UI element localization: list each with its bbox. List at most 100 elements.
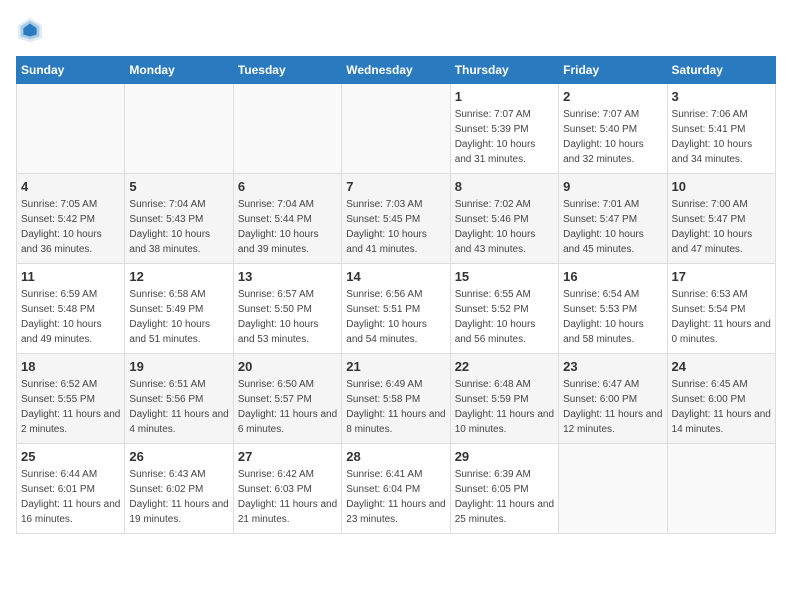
calendar-cell: 6 Sunrise: 7:04 AMSunset: 5:44 PMDaylight… xyxy=(233,174,341,264)
calendar-week-row: 18 Sunrise: 6:52 AMSunset: 5:55 PMDayligh… xyxy=(17,354,776,444)
sun-info: Sunrise: 6:54 AMSunset: 5:53 PMDaylight:… xyxy=(563,287,662,347)
day-number: 26 xyxy=(129,449,228,464)
sun-info: Sunrise: 7:03 AMSunset: 5:45 PMDaylight:… xyxy=(346,197,445,257)
calendar-cell: 13Sunrise: 6:57 AMSunset: 5:50 PMDayligh… xyxy=(233,264,341,354)
calendar-cell: 21 Sunrise: 6:49 AMSunset: 5:58 PMDayligh… xyxy=(342,354,450,444)
sun-info: Sunrise: 6:44 AMSunset: 6:01 PMDaylight:… xyxy=(21,467,120,527)
calendar-cell xyxy=(233,84,341,174)
day-number: 15 xyxy=(455,269,554,284)
day-number: 8 xyxy=(455,179,554,194)
calendar-week-row: 4 Sunrise: 7:05 AMSunset: 5:42 PMDaylight… xyxy=(17,174,776,264)
calendar-week-row: 25 Sunrise: 6:44 AMSunset: 6:01 PMDayligh… xyxy=(17,444,776,534)
weekday-header-tuesday: Tuesday xyxy=(233,57,341,84)
calendar-cell: 8 Sunrise: 7:02 AMSunset: 5:46 PMDaylight… xyxy=(450,174,558,264)
calendar-cell: 3Sunrise: 7:06 AMSunset: 5:41 PMDaylight… xyxy=(667,84,775,174)
sun-info: Sunrise: 6:52 AMSunset: 5:55 PMDaylight:… xyxy=(21,377,120,437)
sun-info: Sunrise: 7:04 AMSunset: 5:43 PMDaylight:… xyxy=(129,197,228,257)
sun-info: Sunrise: 7:00 AMSunset: 5:47 PMDaylight:… xyxy=(672,197,771,257)
sun-info: Sunrise: 6:58 AMSunset: 5:49 PMDaylight:… xyxy=(129,287,228,347)
sun-info: Sunrise: 6:47 AMSunset: 6:00 PMDaylight:… xyxy=(563,377,662,437)
sun-info: Sunrise: 6:48 AMSunset: 5:59 PMDaylight:… xyxy=(455,377,554,437)
calendar-cell xyxy=(667,444,775,534)
day-number: 19 xyxy=(129,359,228,374)
calendar-cell: 15 Sunrise: 6:55 AMSunset: 5:52 PMDayligh… xyxy=(450,264,558,354)
weekday-header-monday: Monday xyxy=(125,57,233,84)
sun-info: Sunrise: 6:43 AMSunset: 6:02 PMDaylight:… xyxy=(129,467,228,527)
day-number: 25 xyxy=(21,449,120,464)
day-number: 10 xyxy=(672,179,771,194)
weekday-header-sunday: Sunday xyxy=(17,57,125,84)
calendar-week-row: 11 Sunrise: 6:59 AMSunset: 5:48 PMDayligh… xyxy=(17,264,776,354)
day-number: 12 xyxy=(129,269,228,284)
day-number: 27 xyxy=(238,449,337,464)
calendar-cell: 23 Sunrise: 6:47 AMSunset: 6:00 PMDayligh… xyxy=(559,354,667,444)
calendar-cell: 9 Sunrise: 7:01 AMSunset: 5:47 PMDaylight… xyxy=(559,174,667,264)
calendar-week-row: 1 Sunrise: 7:07 AMSunset: 5:39 PMDaylight… xyxy=(17,84,776,174)
day-number: 11 xyxy=(21,269,120,284)
calendar-cell xyxy=(17,84,125,174)
calendar-cell: 4 Sunrise: 7:05 AMSunset: 5:42 PMDaylight… xyxy=(17,174,125,264)
sun-info: Sunrise: 6:51 AMSunset: 5:56 PMDaylight:… xyxy=(129,377,228,437)
calendar-cell: 26 Sunrise: 6:43 AMSunset: 6:02 PMDayligh… xyxy=(125,444,233,534)
calendar-cell: 12 Sunrise: 6:58 AMSunset: 5:49 PMDayligh… xyxy=(125,264,233,354)
logo-icon xyxy=(16,16,44,44)
day-number: 23 xyxy=(563,359,662,374)
day-number: 9 xyxy=(563,179,662,194)
calendar-cell: 22 Sunrise: 6:48 AMSunset: 5:59 PMDayligh… xyxy=(450,354,558,444)
sun-info: Sunrise: 6:41 AMSunset: 6:04 PMDaylight:… xyxy=(346,467,445,527)
day-number: 4 xyxy=(21,179,120,194)
sun-info: Sunrise: 6:42 AMSunset: 6:03 PMDaylight:… xyxy=(238,467,337,527)
calendar-cell: 1 Sunrise: 7:07 AMSunset: 5:39 PMDaylight… xyxy=(450,84,558,174)
calendar-cell: 24Sunrise: 6:45 AMSunset: 6:00 PMDayligh… xyxy=(667,354,775,444)
calendar-cell: 5 Sunrise: 7:04 AMSunset: 5:43 PMDaylight… xyxy=(125,174,233,264)
calendar-cell xyxy=(342,84,450,174)
calendar-cell xyxy=(125,84,233,174)
sun-info: Sunrise: 6:53 AMSunset: 5:54 PMDaylight:… xyxy=(672,287,771,347)
sun-info: Sunrise: 6:57 AMSunset: 5:50 PMDaylight:… xyxy=(238,287,337,347)
calendar-cell: 20 Sunrise: 6:50 AMSunset: 5:57 PMDayligh… xyxy=(233,354,341,444)
day-number: 28 xyxy=(346,449,445,464)
sun-info: Sunrise: 6:39 AMSunset: 6:05 PMDaylight:… xyxy=(455,467,554,527)
sun-info: Sunrise: 6:50 AMSunset: 5:57 PMDaylight:… xyxy=(238,377,337,437)
sun-info: Sunrise: 7:07 AMSunset: 5:39 PMDaylight:… xyxy=(455,107,554,167)
calendar-cell: 19 Sunrise: 6:51 AMSunset: 5:56 PMDayligh… xyxy=(125,354,233,444)
calendar-cell: 18 Sunrise: 6:52 AMSunset: 5:55 PMDayligh… xyxy=(17,354,125,444)
page-header xyxy=(16,16,776,44)
day-number: 20 xyxy=(238,359,337,374)
sun-info: Sunrise: 7:05 AMSunset: 5:42 PMDaylight:… xyxy=(21,197,120,257)
sun-info: Sunrise: 7:07 AMSunset: 5:40 PMDaylight:… xyxy=(563,107,662,167)
sun-info: Sunrise: 6:55 AMSunset: 5:52 PMDaylight:… xyxy=(455,287,554,347)
calendar-cell: 11 Sunrise: 6:59 AMSunset: 5:48 PMDayligh… xyxy=(17,264,125,354)
day-number: 24 xyxy=(672,359,771,374)
weekday-header-row: SundayMondayTuesdayWednesdayThursdayFrid… xyxy=(17,57,776,84)
calendar-cell: 7 Sunrise: 7:03 AMSunset: 5:45 PMDaylight… xyxy=(342,174,450,264)
calendar-table: SundayMondayTuesdayWednesdayThursdayFrid… xyxy=(16,56,776,534)
sun-info: Sunrise: 7:04 AMSunset: 5:44 PMDaylight:… xyxy=(238,197,337,257)
day-number: 1 xyxy=(455,89,554,104)
day-number: 7 xyxy=(346,179,445,194)
calendar-cell: 10 Sunrise: 7:00 AMSunset: 5:47 PMDayligh… xyxy=(667,174,775,264)
calendar-header: SundayMondayTuesdayWednesdayThursdayFrid… xyxy=(17,57,776,84)
day-number: 6 xyxy=(238,179,337,194)
calendar-cell: 25 Sunrise: 6:44 AMSunset: 6:01 PMDayligh… xyxy=(17,444,125,534)
sun-info: Sunrise: 6:56 AMSunset: 5:51 PMDaylight:… xyxy=(346,287,445,347)
day-number: 18 xyxy=(21,359,120,374)
day-number: 5 xyxy=(129,179,228,194)
calendar-cell: 14 Sunrise: 6:56 AMSunset: 5:51 PMDayligh… xyxy=(342,264,450,354)
weekday-header-thursday: Thursday xyxy=(450,57,558,84)
day-number: 2 xyxy=(563,89,662,104)
weekday-header-friday: Friday xyxy=(559,57,667,84)
sun-info: Sunrise: 6:49 AMSunset: 5:58 PMDaylight:… xyxy=(346,377,445,437)
day-number: 22 xyxy=(455,359,554,374)
sun-info: Sunrise: 6:59 AMSunset: 5:48 PMDaylight:… xyxy=(21,287,120,347)
sun-info: Sunrise: 7:06 AMSunset: 5:41 PMDaylight:… xyxy=(672,107,771,167)
logo xyxy=(16,16,48,44)
calendar-cell: 2 Sunrise: 7:07 AMSunset: 5:40 PMDaylight… xyxy=(559,84,667,174)
calendar-body: 1 Sunrise: 7:07 AMSunset: 5:39 PMDaylight… xyxy=(17,84,776,534)
weekday-header-saturday: Saturday xyxy=(667,57,775,84)
sun-info: Sunrise: 7:01 AMSunset: 5:47 PMDaylight:… xyxy=(563,197,662,257)
day-number: 21 xyxy=(346,359,445,374)
calendar-cell: 29Sunrise: 6:39 AMSunset: 6:05 PMDayligh… xyxy=(450,444,558,534)
sun-info: Sunrise: 7:02 AMSunset: 5:46 PMDaylight:… xyxy=(455,197,554,257)
day-number: 14 xyxy=(346,269,445,284)
